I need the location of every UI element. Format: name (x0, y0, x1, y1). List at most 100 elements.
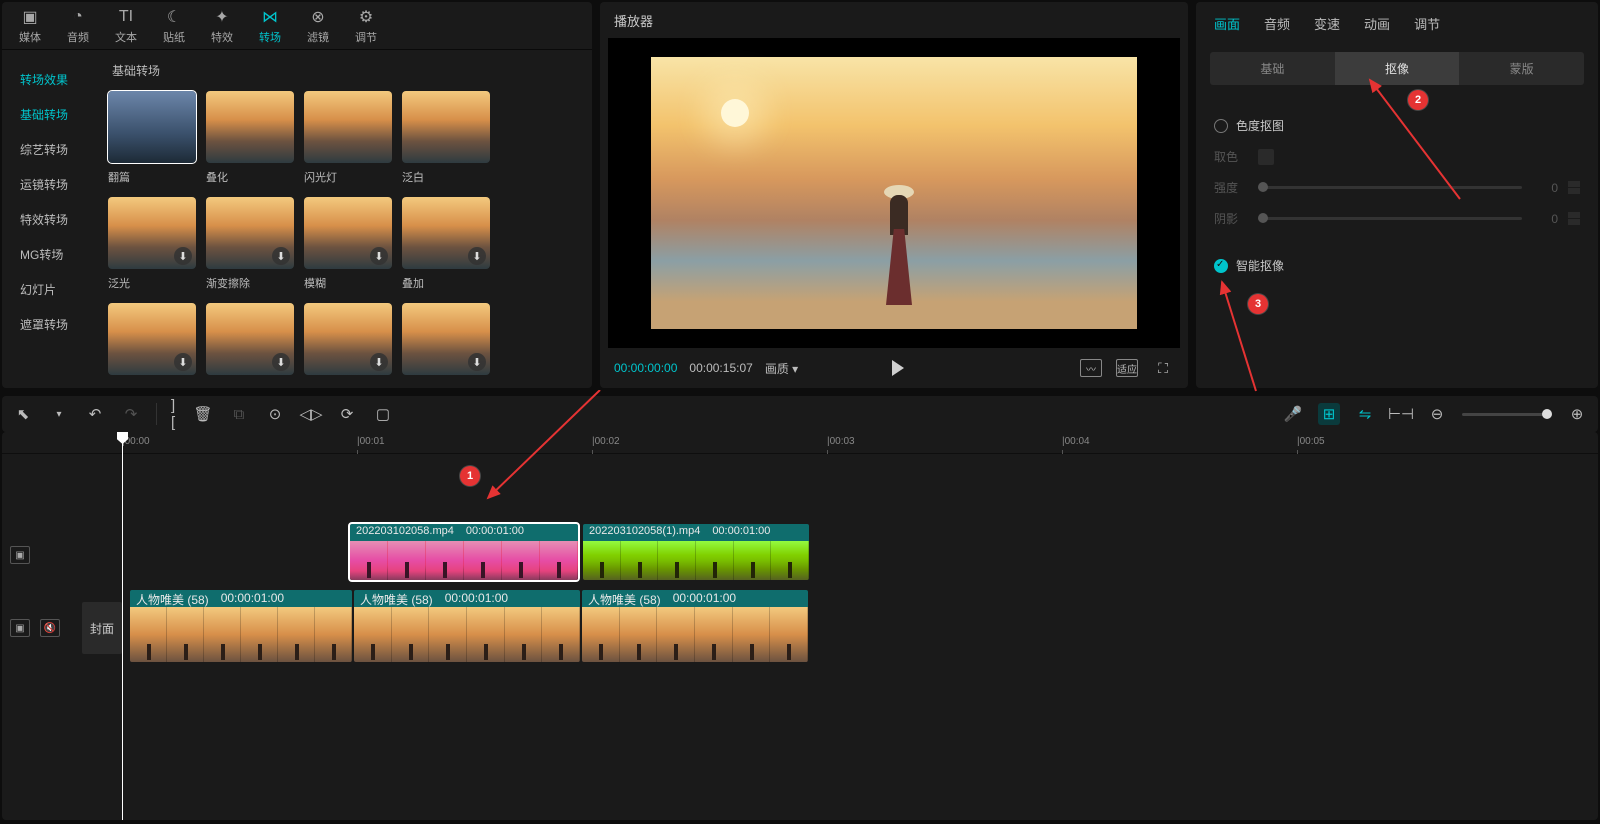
download-icon[interactable]: ⬇ (468, 247, 486, 265)
category-item[interactable]: MG转场 (2, 237, 102, 272)
library-tab-文本[interactable]: TI文本 (102, 7, 150, 45)
transition-thumb[interactable]: ⬇ (206, 303, 294, 381)
param-slider[interactable] (1258, 217, 1522, 220)
timeline-ruler[interactable]: |00:00|00:01|00:02|00:03|00:04|00:05 (2, 432, 1598, 454)
clip-name: 人物唯美 (58) (588, 591, 661, 606)
transition-thumb[interactable]: ⬇ (304, 303, 392, 381)
track-toggle-icon[interactable]: ▣ (10, 619, 30, 637)
cover-button[interactable]: 封面 (82, 602, 122, 654)
track-mute-icon[interactable]: 🔇 (40, 619, 60, 637)
inspector-subtab-基础[interactable]: 基础 (1210, 52, 1335, 85)
spinner[interactable] (1568, 181, 1580, 194)
transition-thumb[interactable]: ⬇叠加 (402, 197, 490, 291)
category-item[interactable]: 运镜转场 (2, 167, 102, 202)
clip-name: 人物唯美 (58) (136, 591, 209, 606)
crop-icon[interactable]: ▢ (372, 403, 394, 425)
param-row: 强度0 (1214, 179, 1580, 196)
library-tab-调节[interactable]: ⚙调节 (342, 7, 390, 45)
smart-matting-checkbox[interactable] (1214, 259, 1228, 273)
download-icon[interactable]: ⬇ (272, 247, 290, 265)
spinner[interactable] (1568, 212, 1580, 225)
transition-thumb[interactable]: 叠化 (206, 91, 294, 185)
chroma-key-checkbox[interactable] (1214, 119, 1228, 133)
param-slider[interactable] (1258, 186, 1522, 189)
inspector-subtab-抠像[interactable]: 抠像 (1335, 52, 1460, 85)
library-tab-贴纸[interactable]: ☾贴纸 (150, 7, 198, 45)
inspector-tab-调节[interactable]: 调节 (1414, 14, 1440, 33)
split-icon[interactable]: ] [ (156, 403, 178, 425)
category-item[interactable]: 特效转场 (2, 202, 102, 237)
overlay-track[interactable]: ▣ 202203102058.mp400:00:01:0020220310205… (2, 524, 1598, 586)
main-clip[interactable]: 人物唯美 (58)00:00:01:00 (130, 590, 352, 662)
download-icon[interactable]: ⬇ (272, 353, 290, 371)
playhead[interactable] (122, 432, 123, 820)
main-track[interactable]: ▣ 🔇 封面 人物唯美 (58)00:00:01:00人物唯美 (58)00:0… (2, 590, 1598, 666)
zoom-in-icon[interactable]: ⊕ (1566, 403, 1588, 425)
redo-icon[interactable]: ↷ (120, 403, 142, 425)
play-button[interactable] (892, 360, 904, 376)
inspector-tab-动画[interactable]: 动画 (1364, 14, 1390, 33)
mirror-icon[interactable]: ◁▷ (300, 403, 322, 425)
microphone-icon[interactable]: 🎤 (1282, 403, 1304, 425)
media-library-panel: ▣媒体◔音频TI文本☾贴纸✦特效⋈转场⊗滤镜⚙调节 转场效果基础转场综艺转场运镜… (2, 2, 592, 388)
copy-icon[interactable]: ⧉ (228, 403, 250, 425)
scope-icon[interactable]: 〰 (1080, 359, 1102, 377)
download-icon[interactable]: ⬇ (468, 353, 486, 371)
category-item[interactable]: 遮罩转场 (2, 307, 102, 342)
library-tab-转场[interactable]: ⋈转场 (246, 7, 294, 45)
zoom-out-icon[interactable]: ⊖ (1426, 403, 1448, 425)
quality-dropdown[interactable]: 画质 ▾ (765, 360, 798, 377)
transition-thumb[interactable]: 闪光灯 (304, 91, 392, 185)
annotation-2: 2 (1408, 90, 1428, 110)
transition-thumb[interactable]: 翻篇 (108, 91, 196, 185)
color-swatch[interactable] (1258, 149, 1274, 165)
player-viewport[interactable] (608, 38, 1180, 348)
chroma-key-row[interactable]: 色度抠图 (1214, 117, 1580, 134)
auto-cut-icon[interactable]: ⊞ (1318, 403, 1340, 425)
inspector-subtab-蒙版[interactable]: 蒙版 (1459, 52, 1584, 85)
delete-icon[interactable]: 🗑 (192, 403, 214, 425)
category-item[interactable]: 幻灯片 (2, 272, 102, 307)
library-tab-媒体[interactable]: ▣媒体 (6, 7, 54, 45)
track-toggle-icon[interactable]: ▣ (10, 546, 30, 564)
clip-duration: 00:00:01:00 (445, 591, 508, 606)
download-icon[interactable]: ⬇ (174, 247, 192, 265)
inspector-tab-音频[interactable]: 音频 (1264, 14, 1290, 33)
transition-thumb[interactable]: ⬇模糊 (304, 197, 392, 291)
timeline-toolbar: ⬉ ▾ ↶ ↷ ] [ 🗑 ⧉ ⊙ ◁▷ ⟳ ▢ 🎤 ⊞ ⇋ ⊢⊣ ⊖ ⊕ (2, 396, 1598, 432)
inspector-tab-变速[interactable]: 变速 (1314, 14, 1340, 33)
snap-icon[interactable]: ⊢⊣ (1390, 403, 1412, 425)
main-clip[interactable]: 人物唯美 (58)00:00:01:00 (354, 590, 580, 662)
rotate-icon[interactable]: ⟳ (336, 403, 358, 425)
zoom-slider[interactable] (1462, 413, 1552, 416)
export-frame-icon[interactable]: ⊙ (264, 403, 286, 425)
transition-thumb[interactable]: ⬇ (108, 303, 196, 381)
inspector-tab-画面[interactable]: 画面 (1214, 14, 1240, 33)
library-tab-特效[interactable]: ✦特效 (198, 7, 246, 45)
link-clips-icon[interactable]: ⇋ (1354, 403, 1376, 425)
overlay-clip[interactable]: 202203102058(1).mp400:00:01:00 (583, 524, 809, 580)
fullscreen-icon[interactable]: ⛶ (1152, 359, 1174, 377)
fit-button[interactable]: 适应 (1116, 359, 1138, 377)
undo-icon[interactable]: ↶ (84, 403, 106, 425)
category-title[interactable]: 转场效果 (2, 62, 102, 97)
transition-thumb[interactable]: 泛白 (402, 91, 490, 185)
download-icon[interactable]: ⬇ (370, 247, 388, 265)
timecode-current: 00:00:00:00 (614, 361, 677, 375)
main-clip[interactable]: 人物唯美 (58)00:00:01:00 (582, 590, 808, 662)
pointer-mode-dropdown-icon[interactable]: ▾ (48, 403, 70, 425)
transition-thumb[interactable]: ⬇ (402, 303, 490, 381)
smart-matting-row[interactable]: 智能抠像 (1214, 257, 1580, 274)
transition-thumb[interactable]: ⬇泛光 (108, 197, 196, 291)
download-icon[interactable]: ⬇ (370, 353, 388, 371)
overlay-clip[interactable]: 202203102058.mp400:00:01:00 (350, 524, 578, 580)
library-tab-滤镜[interactable]: ⊗滤镜 (294, 7, 342, 45)
pointer-tool-icon[interactable]: ⬉ (12, 403, 34, 425)
category-item[interactable]: 基础转场 (2, 97, 102, 132)
transition-thumb[interactable]: ⬇渐变擦除 (206, 197, 294, 291)
download-icon[interactable]: ⬇ (174, 353, 192, 371)
library-tab-音频[interactable]: ◔音频 (54, 7, 102, 45)
ruler-tick: |00:03 (827, 436, 855, 447)
param-label: 阴影 (1214, 210, 1248, 227)
category-item[interactable]: 综艺转场 (2, 132, 102, 167)
